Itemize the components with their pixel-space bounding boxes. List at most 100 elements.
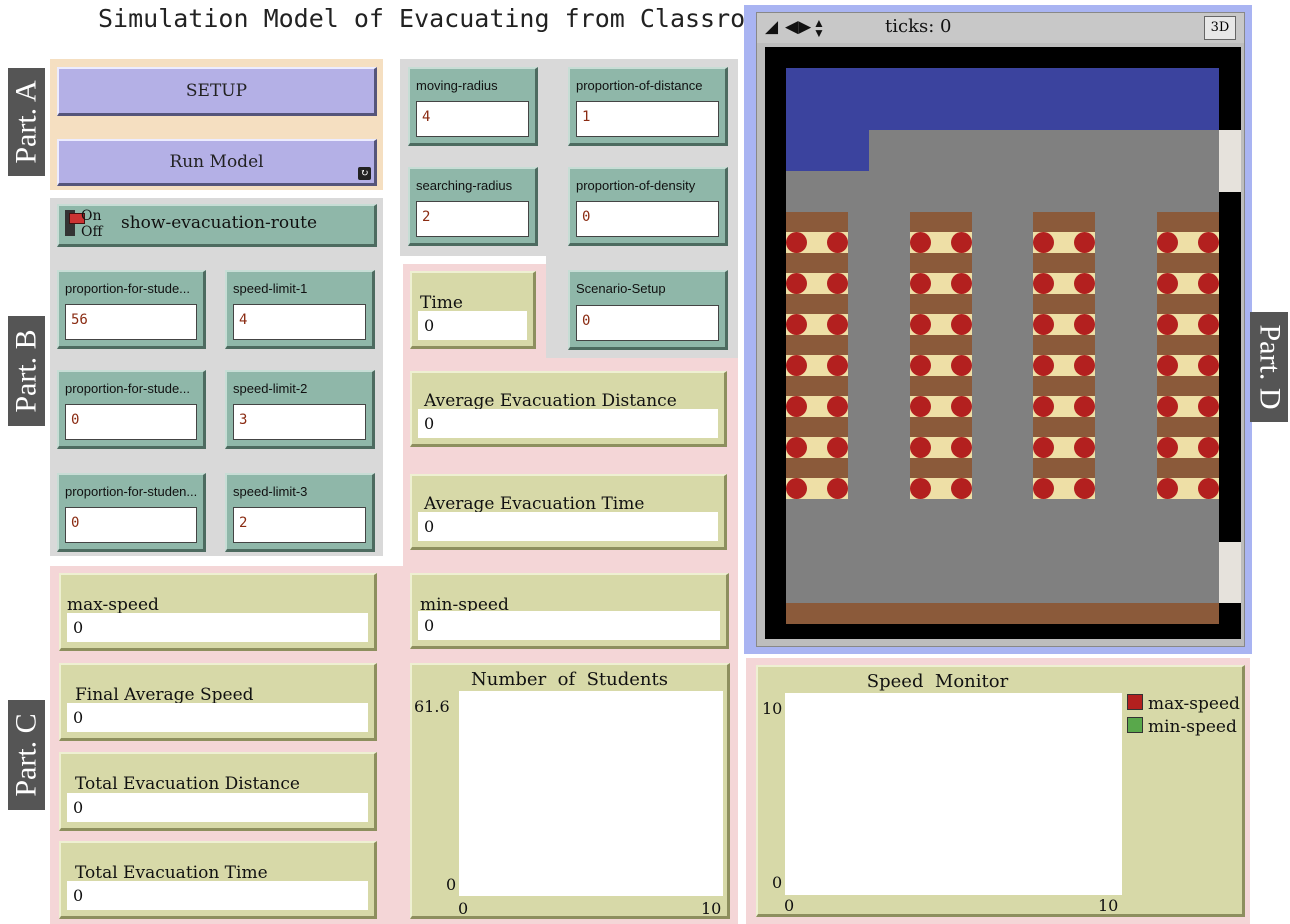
vertical-arrows-icon[interactable]: ▲ ▼ [813, 17, 825, 39]
moving-radius-label: moving-radius [416, 78, 498, 93]
world-view: ◢ ◀▶ ▲ ▼ ticks: 0 3D [756, 12, 1245, 647]
max-speed-value: 0 [67, 613, 368, 642]
legend-min-speed-label: min-speed [1148, 717, 1237, 737]
resize-icon[interactable]: ◢ [765, 17, 778, 37]
student [1033, 273, 1054, 294]
proportion-of-density-input[interactable]: 0 [576, 201, 719, 237]
speed-limit-3-input[interactable]: 2 [233, 507, 366, 543]
speed-limit-3-input-box[interactable]: speed-limit-3 2 [225, 473, 375, 552]
speed-x-min-tick: 0 [784, 896, 795, 915]
student [951, 314, 972, 335]
proportion-3-label: proportion-for-studen... [65, 484, 198, 499]
desk-column [1157, 212, 1219, 505]
average-evacuation-time-value: 0 [418, 512, 718, 541]
proportion-for-students-2-input-box[interactable]: proportion-for-stude... 0 [57, 370, 206, 449]
proportion-1-input[interactable]: 56 [65, 304, 197, 340]
proportion-1-label: proportion-for-stude... [65, 281, 191, 296]
scenario-setup-input-box[interactable]: Scenario-Setup 0 [568, 270, 728, 350]
student [827, 437, 848, 458]
proportion-for-students-1-input-box[interactable]: proportion-for-stude... 56 [57, 270, 206, 349]
run-model-button[interactable]: Run Model ↻ [57, 139, 377, 186]
desk-column [1033, 212, 1095, 505]
student [1198, 478, 1219, 499]
total-evacuation-time-label: Total Evacuation Time [75, 863, 268, 883]
speed-limit-1-input-box[interactable]: speed-limit-1 4 [225, 270, 375, 349]
student [910, 478, 931, 499]
student [1033, 314, 1054, 335]
speed-monitor-plot-title: Speed Monitor [866, 671, 1009, 692]
student [1198, 314, 1219, 335]
total-evacuation-time-monitor: Total Evacuation Time 0 [59, 841, 377, 919]
student [951, 396, 972, 417]
teacher-platform-top [786, 68, 1219, 130]
proportion-of-distance-input[interactable]: 1 [576, 101, 719, 137]
student [1033, 437, 1054, 458]
total-evacuation-time-value: 0 [67, 881, 368, 910]
classroom-world[interactable] [765, 47, 1241, 639]
average-evacuation-distance-label: Average Evacuation Distance [424, 391, 677, 411]
proportion-for-students-3-input-box[interactable]: proportion-for-studen... 0 [57, 473, 206, 552]
desk-column [910, 212, 972, 505]
student [827, 314, 848, 335]
horizontal-arrows-icon[interactable]: ◀▶ [785, 17, 811, 37]
proportion-of-distance-input-box[interactable]: proportion-of-distance 1 [568, 67, 728, 146]
speed-monitor-plot-area [785, 693, 1122, 895]
student [827, 396, 848, 417]
switch-track[interactable] [65, 210, 85, 236]
speed-limit-2-input[interactable]: 3 [233, 404, 366, 440]
min-speed-value: 0 [418, 611, 720, 640]
proportion-2-input[interactable]: 0 [65, 404, 197, 440]
average-evacuation-distance-monitor: Average Evacuation Distance 0 [410, 371, 727, 447]
student [910, 232, 931, 253]
legend-max-speed-label: max-speed [1148, 694, 1240, 714]
run-model-button-label: Run Model [169, 152, 264, 172]
speed-x-max-tick: 10 [1098, 896, 1119, 915]
speed-limit-1-input[interactable]: 4 [233, 304, 366, 340]
speed-limit-3-label: speed-limit-3 [233, 484, 308, 499]
student [910, 273, 931, 294]
scenario-setup-input[interactable]: 0 [576, 305, 719, 341]
final-average-speed-monitor: Final Average Speed 0 [59, 663, 377, 741]
proportion-of-density-input-box[interactable]: proportion-of-density 0 [568, 167, 728, 246]
student [786, 232, 807, 253]
setup-button-label: SETUP [185, 81, 248, 101]
student [1157, 478, 1178, 499]
setup-button[interactable]: SETUP [57, 67, 377, 116]
speed-y-max-tick: 10 [762, 699, 783, 718]
student [910, 437, 931, 458]
student [1157, 273, 1178, 294]
speed-limit-2-input-box[interactable]: speed-limit-2 3 [225, 370, 375, 449]
student [786, 273, 807, 294]
desk-column [786, 212, 848, 505]
searching-radius-input[interactable]: 2 [416, 201, 529, 237]
moving-radius-input[interactable]: 4 [416, 101, 529, 137]
proportion-3-input[interactable]: 0 [65, 507, 197, 543]
student [1198, 437, 1219, 458]
student [786, 396, 807, 417]
final-average-speed-label: Final Average Speed [75, 685, 254, 705]
3d-view-button[interactable]: 3D [1204, 16, 1236, 40]
show-evacuation-route-switch[interactable]: On Off show-evacuation-route [57, 204, 377, 247]
legend-max-speed-swatch [1127, 694, 1143, 710]
student [951, 478, 972, 499]
switch-off-label: Off [81, 224, 103, 240]
student [827, 355, 848, 376]
student [1198, 273, 1219, 294]
door-bottom [1219, 542, 1241, 603]
searching-radius-input-box[interactable]: searching-radius 2 [408, 167, 538, 246]
part-a-label: Part. A [8, 68, 45, 176]
students-x-min-tick: 0 [458, 899, 469, 918]
student [786, 355, 807, 376]
student [786, 437, 807, 458]
searching-radius-label: searching-radius [416, 178, 513, 193]
proportion-2-label: proportion-for-stude... [65, 381, 191, 396]
student [951, 273, 972, 294]
max-speed-monitor: max-speed 0 [59, 573, 377, 651]
moving-radius-input-box[interactable]: moving-radius 4 [408, 67, 538, 146]
average-evacuation-time-label: Average Evacuation Time [424, 494, 645, 514]
speed-limit-1-label: speed-limit-1 [233, 281, 308, 296]
student [951, 437, 972, 458]
proportion-of-distance-label: proportion-of-distance [576, 78, 703, 93]
student [1074, 478, 1095, 499]
view-toolbar: ◢ ◀▶ ▲ ▼ ticks: 0 3D [757, 13, 1244, 43]
